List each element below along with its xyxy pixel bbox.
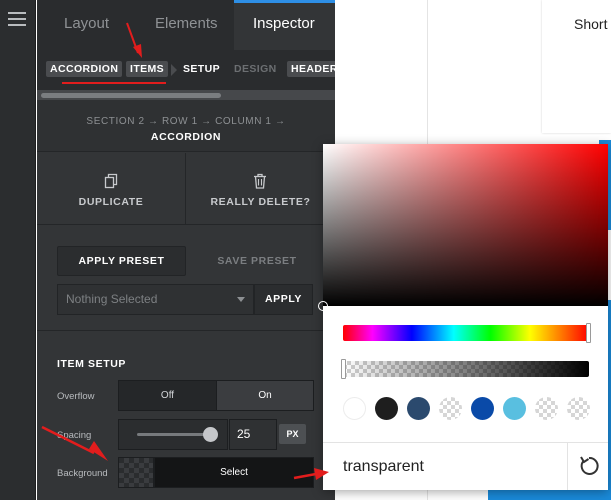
element-actions: DUPLICATE REALLY DELETE? [37, 153, 335, 225]
unit-button[interactable]: PX [279, 424, 306, 444]
inspector-panel: Layout Elements Inspector ACCORDION ITEM… [37, 0, 335, 500]
delete-button[interactable]: REALLY DELETE? [186, 153, 335, 225]
delete-label: REALLY DELETE? [210, 196, 311, 208]
background-label: Background [57, 468, 108, 479]
spacing-input[interactable]: 25 [229, 419, 277, 450]
picker-divider [323, 442, 608, 443]
spacing-label: Spacing [57, 430, 92, 441]
color-swatch[interactable] [535, 397, 558, 420]
saturation-value-area[interactable] [323, 144, 608, 306]
crumb-setup[interactable]: SETUP [183, 63, 220, 75]
reset-icon [580, 456, 599, 475]
path-current: ACCORDION [150, 131, 222, 143]
overflow-off-option[interactable]: Off [119, 381, 216, 410]
color-swatch[interactable] [407, 397, 430, 420]
hue-handle[interactable] [586, 323, 591, 343]
alpha-slider[interactable] [343, 361, 589, 377]
apply-button[interactable]: APPLY [254, 284, 313, 315]
duplicate-button[interactable]: DUPLICATE [37, 153, 185, 225]
section-title: ITEM SETUP [57, 358, 127, 370]
preset-section: APPLY PRESET SAVE PRESET Nothing Selecte… [37, 226, 335, 331]
crumb-arrow-icon [171, 64, 177, 76]
hue-slider[interactable] [343, 325, 589, 341]
background-swatch[interactable] [118, 457, 154, 488]
panel-tabs: Layout Elements Inspector [37, 0, 335, 50]
element-path: SECTION 2 → ROW 1 → COLUMN 1 → ACCORDION [37, 100, 335, 152]
reset-button[interactable] [567, 443, 608, 490]
overflow-toggle: Off On [118, 380, 314, 411]
background-select-button[interactable]: Select [154, 457, 314, 488]
color-picker [318, 144, 608, 490]
color-swatch[interactable] [439, 397, 462, 420]
menu-icon[interactable] [8, 12, 26, 26]
spacing-slider [118, 419, 228, 450]
trash-icon [254, 173, 266, 189]
color-swatch[interactable] [343, 397, 366, 420]
saturation-cursor[interactable] [318, 301, 328, 311]
overflow-on-option[interactable]: On [216, 381, 313, 410]
color-swatch[interactable] [375, 397, 398, 420]
tab-elements[interactable]: Elements [155, 15, 218, 32]
apply-preset-button[interactable]: APPLY PRESET [57, 246, 186, 276]
breadcrumb: ACCORDION ITEMS SETUP DESIGN HEADER [37, 50, 335, 90]
color-swatch[interactable] [567, 397, 590, 420]
color-value-input[interactable] [343, 452, 553, 482]
tab-active-indicator [234, 0, 335, 3]
crumb-items[interactable]: ITEMS [126, 61, 169, 77]
tab-inspector[interactable]: Inspector [253, 15, 315, 32]
tab-layout[interactable]: Layout [64, 15, 109, 32]
duplicate-icon [104, 173, 118, 189]
chevron-down-icon [237, 297, 245, 302]
slider-handle[interactable] [203, 427, 219, 442]
crumb-accordion[interactable]: ACCORDION [46, 61, 123, 77]
preset-select-value: Nothing Selected [66, 292, 158, 306]
left-rail [0, 0, 36, 500]
path-trail: SECTION 2 → ROW 1 → COLUMN 1 → [86, 116, 286, 127]
save-preset-button[interactable]: SAVE PRESET [197, 246, 317, 276]
preview-card-title: Short [574, 16, 608, 32]
color-swatch[interactable] [471, 397, 494, 420]
item-setup-section: ITEM SETUP Overflow Off On Spacing 25 PX… [37, 332, 335, 500]
crumb-design[interactable]: DESIGN [234, 63, 277, 75]
duplicate-label: DUPLICATE [78, 196, 144, 208]
preset-swatches [343, 397, 593, 421]
scrollbar-thumb[interactable] [41, 93, 221, 98]
color-swatch[interactable] [503, 397, 526, 420]
crumb-header[interactable]: HEADER [287, 61, 335, 77]
breadcrumb-scrollbar[interactable] [37, 90, 335, 100]
overflow-label: Overflow [57, 391, 95, 402]
alpha-handle[interactable] [341, 359, 346, 379]
slider-track[interactable] [137, 433, 213, 436]
preset-select[interactable]: Nothing Selected [57, 284, 254, 315]
